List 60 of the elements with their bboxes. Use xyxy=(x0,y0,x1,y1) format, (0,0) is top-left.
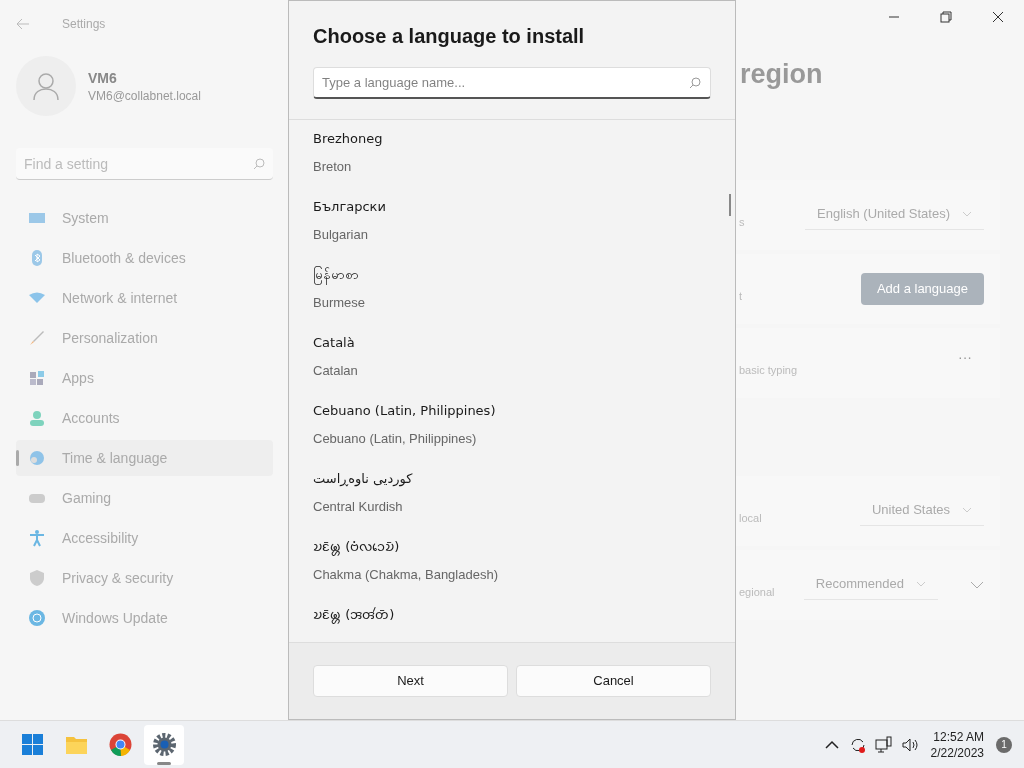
start-icon xyxy=(19,732,45,757)
language-item[interactable]: Català Catalan xyxy=(313,332,711,400)
close-icon[interactable] xyxy=(992,11,1004,23)
chevron-down-icon xyxy=(962,507,972,513)
nav-item[interactable]: Personalization xyxy=(16,320,273,356)
window-title: Settings xyxy=(62,16,106,32)
scrollbar-thumb[interactable] xyxy=(729,194,731,216)
nav-item[interactable]: System xyxy=(16,200,273,236)
network-icon[interactable] xyxy=(874,735,893,754)
language-item[interactable]: 𑄌𑄋𑄴𑄟𑄳𑄦 (𑄝𑄁𑄣𑄘𑄬𑄌𑄴) Chakma (Chakma, Bangladesh) xyxy=(313,536,711,604)
dropdown[interactable]: Recommended xyxy=(803,569,938,600)
update-icon xyxy=(28,609,46,627)
card-label: t xyxy=(739,289,743,305)
add-language-button[interactable]: Add a language xyxy=(860,272,984,305)
clock-date[interactable]: 2/22/2023 xyxy=(930,744,984,761)
accessibility-icon xyxy=(28,529,46,547)
language-item[interactable]: Brezhoneg Breton xyxy=(313,128,711,196)
shield-icon xyxy=(28,569,46,587)
gear-icon xyxy=(151,732,177,757)
card-label: local xyxy=(739,511,762,527)
brush-icon xyxy=(28,329,46,347)
more-options-button[interactable]: ··· xyxy=(946,346,984,367)
nav-item[interactable]: Gaming xyxy=(16,480,273,516)
card-label: s xyxy=(739,215,745,231)
search-icon xyxy=(253,157,265,170)
search-icon xyxy=(689,77,701,89)
nav-item[interactable]: Privacy & security xyxy=(16,560,273,596)
dropdown[interactable]: United States xyxy=(859,495,984,526)
chevron-down-icon xyxy=(962,211,972,217)
next-button[interactable]: Next xyxy=(313,665,508,697)
language-item[interactable]: Български Bulgarian xyxy=(313,196,711,264)
notification-badge[interactable]: 1 xyxy=(996,736,1012,753)
user-email: VM6@collabnet.local xyxy=(88,88,201,104)
browser-icon xyxy=(107,732,133,757)
nav-item[interactable]: Apps xyxy=(16,360,273,396)
nav-item[interactable]: Windows Update xyxy=(16,600,273,636)
dialog-title: Choose a language to install xyxy=(313,24,586,49)
search-field[interactable]: Find a setting xyxy=(16,148,273,180)
nav-item[interactable]: Accounts xyxy=(16,400,273,436)
clock-time[interactable]: 12:52 AM xyxy=(933,728,984,745)
chevron-down-icon xyxy=(916,581,926,587)
page-title: region xyxy=(740,59,823,89)
language-item[interactable]: Cebuano (Latin, Philippines) Cebuano (Latin, Philippines) xyxy=(313,400,711,468)
language-item[interactable]: မြန်မာစာ Burmese xyxy=(313,264,711,332)
restore-icon[interactable] xyxy=(940,11,952,23)
nav-item[interactable]: Accessibility xyxy=(16,520,273,556)
nav-item[interactable]: Bluetooth & devices xyxy=(16,240,273,276)
nav-item[interactable]: Time & language xyxy=(16,440,273,476)
cancel-button[interactable]: Cancel xyxy=(516,665,711,697)
nav-item[interactable]: Network & internet xyxy=(16,280,273,316)
apps-icon xyxy=(28,369,46,387)
person-icon xyxy=(28,409,46,427)
language-item[interactable]: 𑄌𑄋𑄴𑄟𑄳𑄦 (𑄞𑄢𑄧𑄖𑄴) xyxy=(313,604,711,642)
user-name: VM6 xyxy=(88,69,118,88)
taskbar-app[interactable] xyxy=(144,724,184,765)
language-search-field[interactable]: Type a language name... xyxy=(313,67,711,99)
card-label: egional xyxy=(739,585,775,601)
dropdown[interactable]: English (United States) xyxy=(805,199,984,230)
card-label: basic typing xyxy=(739,363,798,379)
globe-icon xyxy=(28,449,46,467)
